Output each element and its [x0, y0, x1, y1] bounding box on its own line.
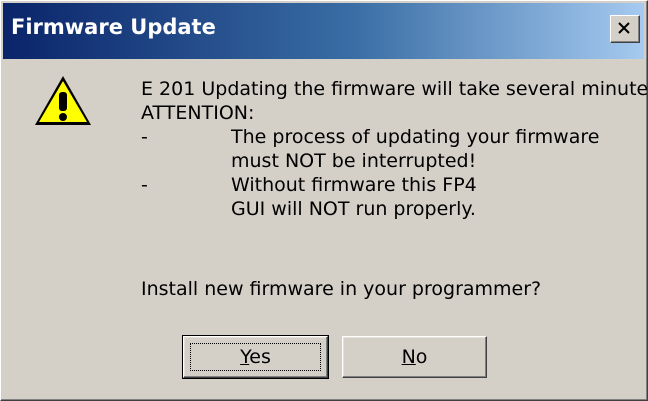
bullet-marker-1: -	[141, 126, 148, 148]
bullet-marker-2: -	[141, 174, 148, 196]
message-line-1: E 201 Updating the firmware will take se…	[141, 78, 648, 100]
yes-button-label: Yes	[240, 346, 271, 368]
window-title: Firmware Update	[11, 15, 216, 39]
point-2-line-2: GUI will NOT run properly.	[231, 198, 476, 220]
point-1-line-1: The process of updating your firmware	[231, 126, 600, 148]
question-text: Install new firmware in your programmer?	[141, 278, 542, 300]
title-bar[interactable]: Firmware Update	[3, 3, 644, 59]
close-icon	[618, 22, 630, 34]
message-attention: ATTENTION:	[141, 102, 255, 124]
close-button[interactable]	[610, 15, 640, 43]
warning-icon	[35, 76, 91, 125]
no-button[interactable]: No	[342, 336, 487, 378]
point-2-line-1: Without firmware this FP4	[231, 174, 477, 196]
yes-button[interactable]: Yes	[182, 335, 329, 379]
no-button-label: No	[401, 346, 428, 368]
point-1-line-2: must NOT be interrupted!	[231, 150, 477, 172]
firmware-update-dialog: Firmware Update E 201 Updating the firmw…	[0, 0, 648, 401]
